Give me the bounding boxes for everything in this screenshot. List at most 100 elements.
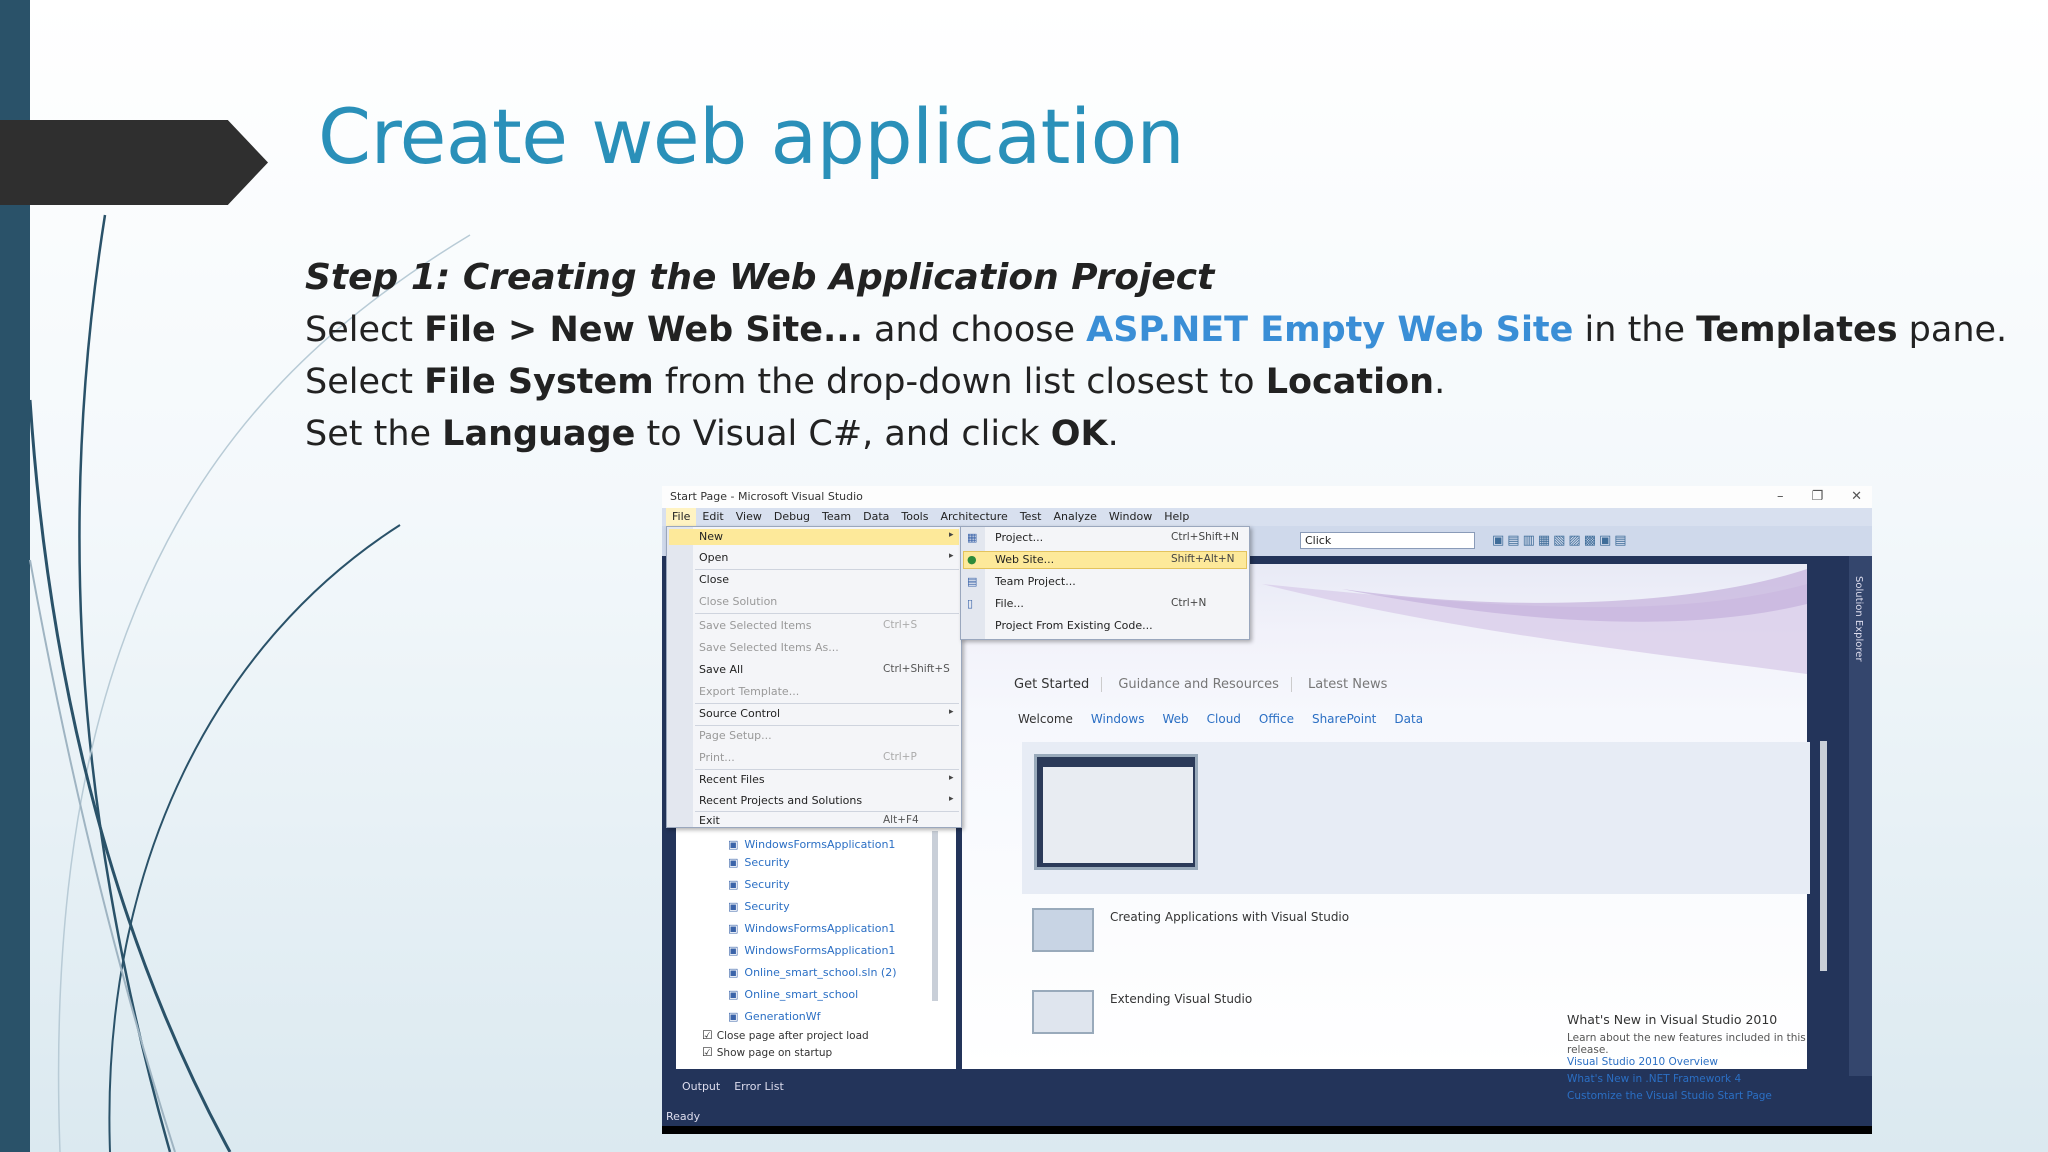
submenu-item-team-project[interactable]: Team Project... — [995, 575, 1076, 588]
menu-item-close[interactable]: Close — [699, 573, 729, 586]
solution-explorer-tab[interactable]: Solution Explorer — [1853, 576, 1864, 662]
creating-apps-link[interactable]: Creating Applications with Visual Studio — [1110, 910, 1349, 924]
restore-button[interactable]: ❐ — [1811, 486, 1823, 508]
project-icon: ▦ — [967, 531, 978, 544]
recent-project-item[interactable]: GenerationWf — [728, 1010, 820, 1023]
subtab-cloud[interactable]: Cloud — [1207, 712, 1241, 726]
recent-scrollbar[interactable] — [932, 831, 938, 1001]
menu-item-recent-projects[interactable]: Recent Projects and Solutions — [699, 794, 862, 807]
tab-latest-news[interactable]: Latest News — [1308, 677, 1399, 692]
web-site-icon: ● — [967, 553, 977, 566]
card-link-overview[interactable]: Visual Studio 2010 Overview — [1567, 1056, 1718, 1068]
submenu-item-web-site[interactable]: Web Site... — [995, 553, 1054, 566]
submenu-item-existing-code[interactable]: Project From Existing Code... — [995, 619, 1153, 632]
menu-analyze[interactable]: Analyze — [1048, 508, 1103, 526]
card-title: What's New in Visual Studio 2010 — [1567, 1012, 1778, 1027]
menu-item-open[interactable]: Open — [699, 551, 728, 564]
menu-item-close-solution[interactable]: Close Solution — [699, 595, 777, 608]
bottom-tool-tabs: Output Error List — [682, 1080, 784, 1093]
menu-item-recent-files[interactable]: Recent Files — [699, 773, 765, 786]
menu-tools[interactable]: Tools — [895, 508, 934, 526]
subtab-sharepoint[interactable]: SharePoint — [1312, 712, 1376, 726]
creating-apps-thumbnail — [1032, 908, 1094, 952]
recent-project-item[interactable]: WindowsFormsApplication1 — [728, 838, 895, 851]
menu-help[interactable]: Help — [1158, 508, 1195, 526]
toolbar-icons[interactable]: ▣▤▥▦▧▨▩▣▤ — [1492, 533, 1630, 548]
menu-data[interactable]: Data — [857, 508, 895, 526]
menu-item-save-as[interactable]: Save Selected Items As... — [699, 641, 839, 654]
new-submenu: ▦ Project... Ctrl+Shift+N ● Web Site... … — [960, 526, 1250, 640]
instruction-line-2: Select File System from the drop-down li… — [305, 362, 1446, 402]
minimize-button[interactable]: – — [1777, 486, 1784, 508]
shortcut: Ctrl+P — [883, 751, 917, 763]
menu-file[interactable]: File — [666, 508, 697, 526]
file-icon: ▯ — [967, 597, 974, 610]
menu-item-page-setup[interactable]: Page Setup... — [699, 729, 772, 742]
toolbar-combo[interactable]: Click — [1300, 532, 1475, 549]
close-after-load-checkbox[interactable]: Close page after project load — [702, 1028, 869, 1042]
menu-item-save-selected[interactable]: Save Selected Items — [699, 619, 811, 632]
menu-debug[interactable]: Debug — [768, 508, 816, 526]
recent-project-item[interactable]: Online_smart_school.sln (2) — [728, 966, 896, 979]
card-link-customize[interactable]: Customize the Visual Studio Start Page — [1567, 1090, 1772, 1102]
recent-project-item[interactable]: WindowsFormsApplication1 — [728, 922, 895, 935]
status-bar: Ready — [666, 1110, 701, 1123]
start-subtabs: Welcome Windows Web Cloud Office SharePo… — [1018, 712, 1423, 726]
recent-project-item[interactable]: Security — [728, 878, 789, 891]
menu-item-exit[interactable]: Exit — [699, 814, 720, 827]
step-heading: Step 1: Creating the Web Application Pro… — [305, 257, 1215, 298]
title-marker-arrow — [0, 120, 268, 205]
subtab-web[interactable]: Web — [1162, 712, 1188, 726]
menu-view[interactable]: View — [730, 508, 768, 526]
start-page-scrollbar[interactable] — [1820, 741, 1827, 971]
close-button[interactable]: ✕ — [1851, 486, 1862, 508]
subtab-data[interactable]: Data — [1394, 712, 1423, 726]
instruction-line-1: Select File > New Web Site... and choose… — [305, 310, 2008, 350]
menu-window[interactable]: Window — [1103, 508, 1158, 526]
slide-body: Step 1: Creating the Web Application Pro… — [305, 252, 2008, 460]
taskbar-strip — [662, 1126, 1872, 1134]
extending-thumbnail — [1032, 990, 1094, 1034]
card-lead: Learn about the new features included in… — [1567, 1032, 1806, 1056]
start-tabs: Get Started Guidance and Resources Lates… — [1014, 677, 1399, 692]
shortcut: Ctrl+S — [883, 619, 918, 631]
menu-item-new[interactable]: New — [699, 530, 723, 543]
shortcut: Ctrl+Shift+N — [1171, 531, 1239, 543]
recent-project-item[interactable]: Security — [728, 856, 789, 869]
subtab-windows[interactable]: Windows — [1091, 712, 1145, 726]
subtab-welcome[interactable]: Welcome — [1018, 712, 1073, 726]
tab-get-started[interactable]: Get Started — [1014, 677, 1103, 692]
menu-team[interactable]: Team — [816, 508, 857, 526]
menu-architecture[interactable]: Architecture — [934, 508, 1013, 526]
shortcut: Ctrl+Shift+S — [883, 663, 950, 675]
card-link-netfx[interactable]: What's New in .NET Framework 4 — [1567, 1073, 1741, 1085]
shortcut: Shift+Alt+N — [1171, 553, 1235, 565]
submenu-item-file[interactable]: File... — [995, 597, 1024, 610]
window-title: Start Page - Microsoft Visual Studio — [670, 490, 863, 503]
recent-project-item[interactable]: WindowsFormsApplication1 — [728, 944, 895, 957]
extending-link[interactable]: Extending Visual Studio — [1110, 992, 1252, 1006]
subtab-office[interactable]: Office — [1259, 712, 1294, 726]
instruction-line-3: Set the Language to Visual C#, and click… — [305, 414, 1119, 454]
menu-item-save-all[interactable]: Save All — [699, 663, 743, 676]
recent-project-item[interactable]: Security — [728, 900, 789, 913]
menu-edit[interactable]: Edit — [696, 508, 729, 526]
menu-bar: File Edit View Debug Team Data Tools Arc… — [662, 508, 1872, 526]
menu-item-print[interactable]: Print... — [699, 751, 735, 764]
show-on-startup-checkbox[interactable]: Show page on startup — [702, 1045, 832, 1059]
team-project-icon: ▤ — [967, 575, 978, 588]
shortcut: Alt+F4 — [883, 814, 919, 826]
shortcut: Ctrl+N — [1171, 597, 1207, 609]
submenu-item-project[interactable]: Project... — [995, 531, 1043, 544]
recent-project-item[interactable]: Online_smart_school — [728, 988, 858, 1001]
menu-item-export-template[interactable]: Export Template... — [699, 685, 799, 698]
error-list-tab[interactable]: Error List — [734, 1080, 784, 1093]
output-tab[interactable]: Output — [682, 1080, 720, 1093]
visual-studio-screenshot: Start Page - Microsoft Visual Studio – ❐… — [662, 486, 1872, 1134]
menu-test[interactable]: Test — [1014, 508, 1048, 526]
slide-title: Create web application — [318, 92, 1185, 181]
tab-guidance[interactable]: Guidance and Resources — [1118, 677, 1292, 692]
file-menu-dropdown: New ▸ Open ▸ Close Close Solution Save S… — [666, 526, 962, 828]
window-titlebar: Start Page - Microsoft Visual Studio – ❐… — [662, 486, 1872, 508]
menu-item-source-control[interactable]: Source Control — [699, 707, 780, 720]
